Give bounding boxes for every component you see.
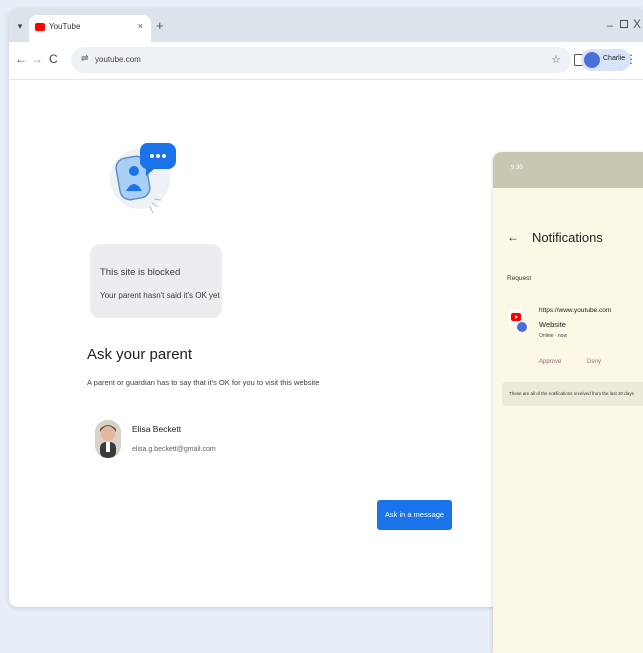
forward-button[interactable]: → bbox=[31, 52, 43, 66]
avatar bbox=[584, 52, 600, 68]
close-window-button[interactable]: X bbox=[633, 17, 641, 31]
request-meta: Online · now bbox=[539, 333, 568, 339]
star-icon[interactable]: ☆ bbox=[551, 53, 561, 66]
url-text[interactable]: youtube.com bbox=[95, 55, 141, 64]
approve-button[interactable]: Approve bbox=[539, 359, 561, 365]
back-arrow-icon[interactable]: ← bbox=[507, 230, 519, 244]
back-button[interactable]: ← bbox=[15, 52, 27, 66]
notifications-title: Notifications bbox=[532, 230, 603, 245]
blocked-card: This site is blocked Your parent hasn't … bbox=[90, 244, 222, 318]
notifications-footer: These are all of the notifications recei… bbox=[502, 382, 643, 406]
maximize-button[interactable] bbox=[620, 20, 628, 28]
tab-search-icon[interactable]: ▾ bbox=[13, 19, 27, 33]
request-type: Website bbox=[539, 320, 566, 329]
parent-name: Elisa Beckett bbox=[132, 424, 182, 434]
reload-button[interactable]: C bbox=[49, 52, 58, 66]
phone-notifications-panel: 9:30 ← Notifications Request https://www… bbox=[493, 152, 643, 653]
deny-button[interactable]: Deny bbox=[587, 359, 601, 365]
tab-title: YouTube bbox=[49, 22, 81, 31]
parent-email: elisa.g.beckett@gmail.com bbox=[132, 446, 216, 453]
phone-time: 9:30 bbox=[511, 165, 523, 171]
youtube-request-icon bbox=[509, 309, 527, 332]
youtube-favicon-icon bbox=[35, 23, 45, 31]
blocked-illustration-icon bbox=[110, 143, 176, 214]
tab-strip: ▾ YouTube × + – X bbox=[9, 9, 643, 42]
ask-in-message-button[interactable]: Ask in a message bbox=[377, 500, 452, 530]
new-tab-button[interactable]: + bbox=[156, 18, 164, 33]
request-url: https://www.youtube.com bbox=[539, 307, 612, 314]
minimize-button[interactable]: – bbox=[607, 20, 613, 32]
profile-chip[interactable]: Charlie bbox=[581, 49, 631, 71]
tab-youtube[interactable]: YouTube × bbox=[29, 15, 151, 42]
ask-parent-subtitle: A parent or guardian has to say that it'… bbox=[87, 378, 320, 387]
profile-name: Charlie bbox=[603, 55, 626, 62]
phone-status-bar: 9:30 bbox=[493, 152, 643, 188]
menu-icon[interactable]: ⋮ bbox=[625, 52, 637, 66]
notifications-footer-text: These are all of the notifications recei… bbox=[509, 391, 634, 396]
blocked-title: This site is blocked bbox=[100, 267, 181, 278]
site-info-icon[interactable]: ⇌ bbox=[81, 53, 89, 64]
request-section-label: Request bbox=[507, 275, 532, 282]
tab-close-icon[interactable]: × bbox=[138, 21, 143, 31]
parent-avatar bbox=[95, 420, 121, 458]
address-bar[interactable]: ⇌ youtube.com ☆ bbox=[71, 47, 571, 73]
blocked-subtitle: Your parent hasn't said it's OK yet bbox=[100, 291, 220, 300]
ask-parent-title: Ask your parent bbox=[87, 346, 193, 363]
browser-toolbar: ← → C ⇌ youtube.com ☆ Charlie ⋮ bbox=[9, 42, 643, 80]
